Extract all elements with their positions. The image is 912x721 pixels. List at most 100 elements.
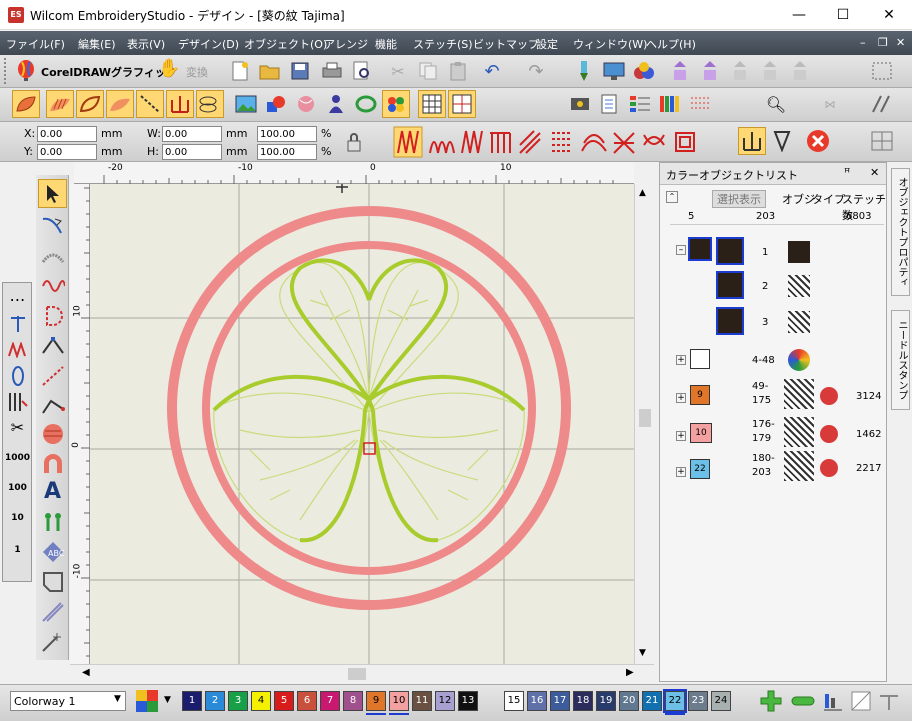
stitch-path-icon[interactable] <box>38 361 67 390</box>
travel-icon[interactable] <box>570 57 598 85</box>
color-23[interactable]: 23 <box>688 691 708 711</box>
color-7[interactable]: 7 <box>320 691 340 711</box>
thread-chart-icon[interactable] <box>626 90 654 118</box>
needle-sparkle-icon[interactable] <box>38 627 67 656</box>
stitch-count-1[interactable]: 1 <box>3 535 32 564</box>
outline-leaf-icon[interactable] <box>76 90 104 118</box>
thread-sort-icon[interactable] <box>822 690 844 712</box>
color-11[interactable]: 11 <box>412 691 432 711</box>
worksheet-icon[interactable] <box>596 90 624 118</box>
needle-points-icon[interactable] <box>166 90 194 118</box>
print-icon[interactable] <box>318 57 346 85</box>
menu-help[interactable]: ヘルプ(H) <box>646 36 696 52</box>
menu-window[interactable]: ウィンドウ(W) <box>573 36 647 52</box>
color-15[interactable]: 15 <box>504 691 524 711</box>
stitch-insert-icon[interactable] <box>3 309 32 338</box>
object-properties-tab[interactable]: オブジェクトプロパティ <box>891 168 910 296</box>
new-file-icon[interactable] <box>226 57 254 85</box>
stitch-count-10[interactable]: 10 <box>3 503 32 532</box>
fish-motif-icon[interactable] <box>196 90 224 118</box>
vertical-scrollbar[interactable]: ▲ ▼ <box>634 184 654 664</box>
convert-label[interactable]: 変換 <box>186 64 208 80</box>
slant-icon[interactable] <box>868 90 896 118</box>
stitch-jump-icon[interactable] <box>3 361 32 390</box>
scroll-right-icon[interactable]: ▶ <box>626 667 634 678</box>
scroll-down-icon[interactable]: ▼ <box>639 648 646 658</box>
menu-functions[interactable]: 機能 <box>375 36 397 52</box>
panel-close-icon[interactable]: ✕ <box>870 166 879 179</box>
coreldraw-graphics-label[interactable]: CorelDRAWグラフィック <box>41 64 177 80</box>
stitch-count-1000[interactable]: 1000 <box>3 443 32 472</box>
color-balance-icon[interactable] <box>878 690 900 712</box>
cut-icon[interactable]: ✂ <box>384 57 412 85</box>
remove-color-icon[interactable] <box>790 690 816 712</box>
mdi-close-icon[interactable]: ✕ <box>896 36 905 49</box>
shapes-icon[interactable] <box>262 90 290 118</box>
horizontal-scrollbar[interactable]: ◀ ▶ <box>70 664 654 682</box>
node-edit-icon[interactable] <box>38 331 67 360</box>
delete-red-icon[interactable] <box>804 127 832 155</box>
picture-icon[interactable] <box>232 90 260 118</box>
collapse-all-icon[interactable]: ⌃ <box>666 191 678 203</box>
width-percent-field[interactable] <box>257 126 317 142</box>
height-percent-field[interactable] <box>257 144 317 160</box>
grid-icon[interactable] <box>418 90 446 118</box>
colorways-icon[interactable] <box>630 57 658 85</box>
color-12[interactable]: 12 <box>435 691 455 711</box>
ball-icon[interactable] <box>292 90 320 118</box>
maximize-button[interactable]: ☐ <box>820 0 866 30</box>
color-18[interactable]: 18 <box>573 691 593 711</box>
arch-tool-icon[interactable] <box>38 449 67 478</box>
paste-icon[interactable] <box>444 57 472 85</box>
color-9[interactable]: 9 <box>366 691 386 711</box>
color-5[interactable]: 5 <box>274 691 294 711</box>
stitch-up-icon[interactable] <box>696 57 724 85</box>
color-4[interactable]: 4 <box>251 691 271 711</box>
scroll-up-icon[interactable]: ▲ <box>639 188 646 198</box>
colorway-select[interactable]: Colorway 1 <box>10 691 126 711</box>
arrow-marker-icon[interactable] <box>768 127 796 155</box>
redo-icon[interactable]: ↷ <box>522 57 550 85</box>
select-display-button[interactable]: 選択表示 <box>712 190 766 208</box>
add-color-icon[interactable] <box>760 690 782 712</box>
expand-toggle[interactable]: + <box>676 393 686 403</box>
convert-hand-icon[interactable]: ✋ <box>158 58 184 84</box>
mdi-minimize-icon[interactable]: – <box>860 36 866 49</box>
colorballs-icon[interactable] <box>382 90 410 118</box>
expand-toggle[interactable]: + <box>676 431 686 441</box>
col-type-header[interactable]: タイプ <box>812 191 845 207</box>
height-field[interactable] <box>162 144 222 160</box>
menu-edit[interactable]: 編集(E) <box>78 36 116 52</box>
color-3[interactable]: 3 <box>228 691 248 711</box>
color-swatch-10[interactable]: 10 <box>690 423 712 443</box>
grid-view-icon[interactable] <box>868 127 896 155</box>
horizontal-scroll-thumb[interactable] <box>348 668 366 680</box>
coreldraw-balloon-icon[interactable] <box>12 57 40 85</box>
color-swatch-22[interactable]: 22 <box>690 459 710 479</box>
print-preview-icon[interactable] <box>348 57 376 85</box>
expand-toggle[interactable]: + <box>676 355 686 365</box>
mirror-icon[interactable]: ⋈ <box>816 90 844 118</box>
arc-tool-icon[interactable] <box>38 241 67 270</box>
menu-settings[interactable]: 設定 <box>536 36 558 52</box>
color-17[interactable]: 17 <box>550 691 570 711</box>
undo-icon[interactable]: ↶ <box>478 57 506 85</box>
colorway-dropdown-icon[interactable]: ▼ <box>114 694 121 704</box>
appliqué-icon[interactable] <box>38 597 67 626</box>
dot-grid-icon[interactable] <box>686 90 714 118</box>
copy-icon[interactable] <box>414 57 442 85</box>
scroll-left-icon[interactable]: ◀ <box>82 667 90 678</box>
monogram-icon[interactable]: ABC <box>38 537 67 566</box>
close-window-button[interactable]: ✕ <box>866 0 912 30</box>
color-grid-dropdown-icon[interactable]: ▼ <box>164 695 171 705</box>
green-ring-icon[interactable] <box>352 90 380 118</box>
scissors-icon[interactable]: ✂ <box>3 413 32 442</box>
color-6[interactable]: 6 <box>297 691 317 711</box>
color-8[interactable]: 8 <box>343 691 363 711</box>
stitch-trim-icon[interactable] <box>3 387 32 416</box>
wave-tool-icon[interactable] <box>38 271 67 300</box>
stitch-player-icon[interactable] <box>666 57 694 85</box>
color-bars-icon[interactable] <box>656 90 684 118</box>
sphere-tool-icon[interactable] <box>38 419 67 448</box>
col-object-header[interactable]: オブジ <box>782 191 815 207</box>
